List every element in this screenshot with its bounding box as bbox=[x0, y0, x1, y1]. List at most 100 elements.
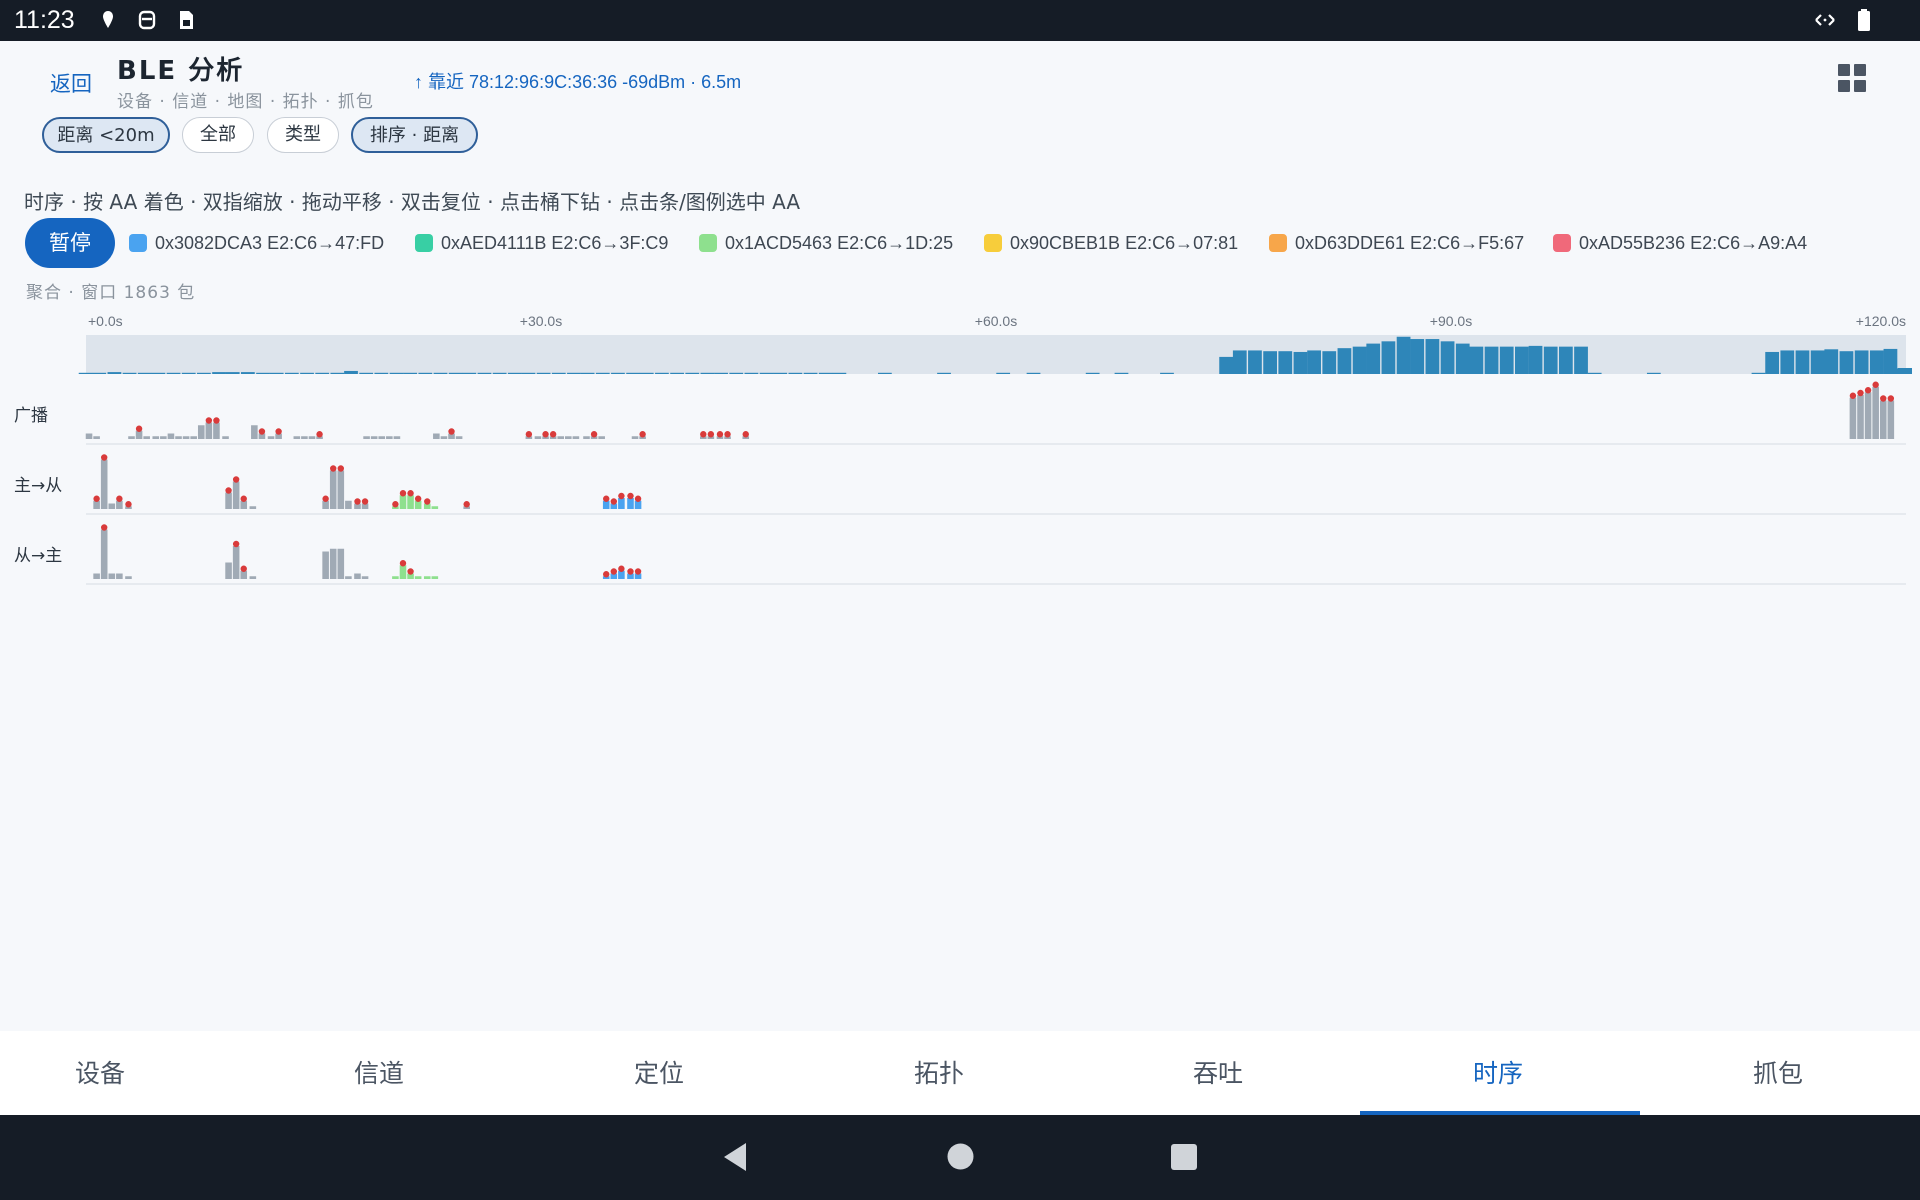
nearest-device-info[interactable]: ↑ 靠近 78:12:96:9C:36:36 -69dBm · 6.5m bbox=[414, 68, 741, 94]
lane-marker[interactable] bbox=[1849, 392, 1857, 399]
overview-bar[interactable] bbox=[1410, 339, 1425, 374]
lane-marker[interactable] bbox=[232, 540, 240, 548]
overview-bar[interactable] bbox=[107, 372, 122, 374]
overview-bar[interactable] bbox=[551, 372, 566, 374]
lane-bar[interactable] bbox=[93, 500, 100, 509]
overview-bar[interactable] bbox=[1869, 350, 1884, 374]
lane-bar[interactable] bbox=[337, 470, 345, 510]
overview-bar[interactable] bbox=[1810, 350, 1825, 374]
lane-marker[interactable] bbox=[135, 425, 143, 432]
back-button[interactable]: 返回 bbox=[50, 68, 92, 98]
lane-marker[interactable] bbox=[275, 428, 282, 435]
overview-bar[interactable] bbox=[374, 372, 389, 374]
overview-bar[interactable] bbox=[1396, 336, 1411, 374]
lane-bar[interactable] bbox=[128, 436, 135, 439]
lane-bar[interactable] bbox=[423, 576, 431, 579]
tab-positioning[interactable]: 定位 bbox=[519, 1031, 799, 1115]
overview-bar[interactable] bbox=[300, 372, 314, 374]
overview-bar[interactable] bbox=[1263, 351, 1277, 374]
lane-bar[interactable] bbox=[557, 436, 565, 439]
overview-bar[interactable] bbox=[1854, 350, 1869, 374]
lane-bar[interactable] bbox=[399, 565, 407, 579]
overview-bar[interactable] bbox=[137, 372, 152, 374]
overview-bar[interactable] bbox=[462, 372, 477, 374]
overview-bar[interactable] bbox=[122, 372, 137, 374]
lane-bar[interactable] bbox=[225, 562, 232, 580]
overview-bar[interactable] bbox=[1337, 348, 1352, 374]
overview-bar[interactable] bbox=[567, 372, 581, 374]
lane-bar[interactable] bbox=[337, 548, 345, 579]
overview-bar[interactable] bbox=[1114, 372, 1129, 374]
overview-bar[interactable] bbox=[1824, 349, 1839, 374]
lane-marker[interactable] bbox=[627, 492, 634, 500]
lane-marker[interactable] bbox=[407, 490, 414, 497]
lane-marker[interactable] bbox=[448, 428, 455, 435]
lane-marker[interactable] bbox=[618, 492, 625, 500]
overview-bar[interactable] bbox=[773, 372, 788, 374]
overview-bar[interactable] bbox=[1515, 346, 1529, 374]
overview-bar[interactable] bbox=[1381, 341, 1396, 374]
lane-marker[interactable] bbox=[627, 568, 634, 575]
lane-bar[interactable] bbox=[618, 570, 625, 579]
overview-bar[interactable] bbox=[832, 372, 847, 374]
lane-marker[interactable] bbox=[742, 431, 749, 438]
overview-bar[interactable] bbox=[181, 372, 196, 374]
lane-bar[interactable] bbox=[152, 436, 160, 439]
overview-bar[interactable] bbox=[418, 372, 433, 374]
overview-bar[interactable] bbox=[1219, 356, 1234, 374]
overview-bar[interactable] bbox=[166, 372, 181, 374]
lane-marker[interactable] bbox=[240, 565, 247, 572]
lane-marker[interactable] bbox=[639, 431, 646, 438]
overview-bar[interactable] bbox=[639, 372, 654, 374]
overview-bar[interactable] bbox=[626, 372, 640, 374]
lane-marker[interactable] bbox=[213, 417, 220, 424]
overview-bar[interactable] bbox=[1248, 350, 1262, 374]
lane-marker[interactable] bbox=[1880, 395, 1887, 402]
lane-marker[interactable] bbox=[205, 417, 213, 424]
lane-bar[interactable] bbox=[431, 576, 439, 579]
lane-marker[interactable] bbox=[590, 431, 598, 438]
lane-marker[interactable] bbox=[1872, 381, 1879, 388]
lane-bar[interactable] bbox=[1887, 400, 1895, 440]
overview-bar[interactable] bbox=[1646, 372, 1661, 374]
lane-plots[interactable] bbox=[85, 381, 1906, 585]
overview-bar[interactable] bbox=[403, 372, 418, 374]
overview-bar[interactable] bbox=[655, 372, 669, 374]
overview-bar[interactable] bbox=[996, 372, 1011, 374]
lane-bar[interactable] bbox=[240, 570, 248, 579]
overview-bar[interactable] bbox=[685, 372, 700, 374]
lane-bar[interactable] bbox=[414, 500, 422, 509]
lane-marker[interactable] bbox=[101, 454, 108, 461]
overview-bar[interactable] bbox=[1293, 351, 1308, 374]
overview-bar[interactable] bbox=[729, 372, 744, 374]
lane-marker[interactable] bbox=[525, 431, 533, 438]
overview-bar[interactable] bbox=[521, 372, 536, 374]
lane-marker[interactable] bbox=[93, 495, 100, 502]
lane-bar[interactable] bbox=[572, 436, 580, 439]
lane-bar[interactable] bbox=[345, 500, 352, 509]
overview-bar[interactable] bbox=[595, 372, 610, 374]
overview-bar[interactable] bbox=[92, 372, 107, 374]
lane-bar[interactable] bbox=[108, 503, 116, 510]
lane-marker[interactable] bbox=[542, 431, 549, 438]
overview-bar[interactable] bbox=[580, 372, 595, 374]
lane-marker[interactable] bbox=[603, 571, 610, 578]
lane-bar[interactable] bbox=[431, 506, 439, 509]
overview-bar[interactable] bbox=[241, 372, 255, 374]
tab-throughput[interactable]: 吞吐 bbox=[1078, 1031, 1358, 1115]
home-icon[interactable] bbox=[946, 1142, 975, 1171]
overview-bar[interactable] bbox=[1278, 351, 1293, 374]
lane-marker[interactable] bbox=[407, 568, 414, 575]
lane-bar[interactable] bbox=[182, 436, 190, 439]
lane-bar[interactable] bbox=[175, 436, 182, 439]
overview-bar[interactable] bbox=[359, 372, 374, 374]
lane-marker[interactable] bbox=[240, 495, 247, 502]
lane-marker[interactable] bbox=[549, 431, 557, 438]
lane-marker[interactable] bbox=[610, 568, 617, 575]
lane-bar[interactable] bbox=[565, 436, 572, 439]
overview-bar[interactable] bbox=[344, 370, 358, 374]
lane-marker[interactable] bbox=[101, 524, 108, 531]
lane-marker[interactable] bbox=[354, 498, 361, 505]
overview-bar[interactable] bbox=[151, 372, 166, 374]
overview-bar[interactable] bbox=[788, 372, 803, 374]
